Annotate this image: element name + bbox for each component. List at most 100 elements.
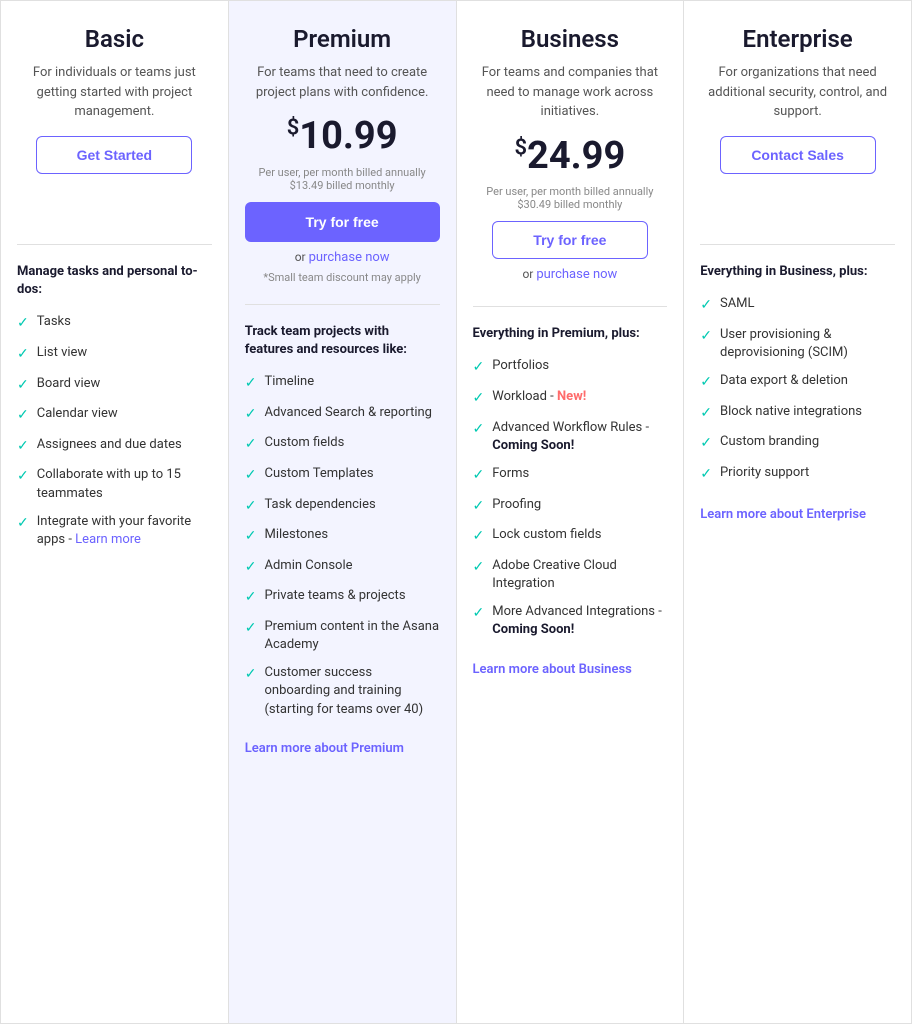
cta-button-premium[interactable]: Try for free <box>245 202 440 242</box>
check-icon: ✓ <box>473 466 485 486</box>
price-sub-business: Per user, per month billed annually <box>473 185 668 198</box>
new-badge: New! <box>557 389 586 404</box>
feature-text: Custom fields <box>264 434 344 452</box>
list-item: ✓Private teams & projects <box>245 587 440 608</box>
check-icon: ✓ <box>700 465 712 485</box>
list-item: ✓ User provisioning & deprovisioning (SCI… <box>700 326 895 362</box>
check-icon: ✓ <box>17 514 29 534</box>
list-item: ✓List view <box>17 344 212 365</box>
check-icon: ✓ <box>245 466 257 486</box>
plan-desc-business: For teams and companies that need to man… <box>473 63 668 122</box>
section-title-business: Everything in Premium, plus: <box>473 325 668 343</box>
list-item: ✓ Custom fields <box>245 434 440 455</box>
list-item: ✓ Forms <box>473 465 668 486</box>
list-item: ✓ Priority support <box>700 464 895 485</box>
learn-more-link-enterprise[interactable]: Learn more about Enterprise <box>700 507 866 522</box>
feature-text: Portfolios <box>492 357 549 375</box>
feature-text: Custom Templates <box>264 465 373 483</box>
feature-text: User provisioning & deprovisioning (SCIM… <box>720 326 895 362</box>
or-text-business: or purchase now <box>473 267 668 282</box>
list-item: ✓ Collaborate with up to 15 teammates <box>17 466 212 502</box>
check-icon: ✓ <box>700 404 712 424</box>
price-main-premium: $10.99 <box>245 116 440 158</box>
check-icon: ✓ <box>17 467 29 487</box>
section-title-enterprise: Everything in Business, plus: <box>700 263 895 281</box>
plan-col-business: Business For teams and companies that nee… <box>457 1 685 1023</box>
list-item: ✓ Proofing <box>473 496 668 517</box>
check-icon: ✓ <box>473 420 485 440</box>
feature-text: Admin Console <box>264 557 352 575</box>
plan-col-premium: PremiumFor teams that need to create pro… <box>229 1 457 1023</box>
feature-text: Adobe Creative Cloud Integration <box>492 557 667 593</box>
check-icon: ✓ <box>473 497 485 517</box>
list-item: ✓Task dependencies <box>245 496 440 517</box>
feature-list-premium: ✓Timeline✓Advanced Search & reporting✓Cu… <box>245 373 440 719</box>
check-icon: ✓ <box>700 327 712 347</box>
purchase-link-premium[interactable]: purchase now <box>309 250 390 265</box>
feature-text: Assignees and due dates <box>37 436 182 454</box>
plan-desc-enterprise: For organizations that need additional s… <box>700 63 895 122</box>
check-icon: ✓ <box>17 314 29 334</box>
check-icon: ✓ <box>245 435 257 455</box>
feature-text: List view <box>37 344 87 362</box>
feature-text: Advanced Search & reporting <box>264 404 432 422</box>
feature-text: SAML <box>720 295 755 313</box>
list-item: ✓Customer success onboarding and trainin… <box>245 664 440 719</box>
plan-body-business: Everything in Premium, plus:✓Portfolios✓… <box>473 307 668 999</box>
plan-col-basic: BasicFor individuals or teams just getti… <box>1 1 229 1023</box>
feature-text: Proofing <box>492 496 541 514</box>
list-item: ✓ Advanced Workflow Rules - Coming Soon! <box>473 419 668 455</box>
feature-text: Advanced Workflow Rules - Coming Soon! <box>492 419 667 455</box>
feature-list-enterprise: ✓ SAML ✓ User provisioning & deprovisioning… <box>700 295 895 484</box>
feature-text: Collaborate with up to 15 teammates <box>37 466 212 502</box>
learn-more-inline-link[interactable]: Learn more <box>75 532 141 547</box>
plan-col-enterprise: EnterpriseFor organizations that need ad… <box>684 1 911 1023</box>
learn-more-link-premium[interactable]: Learn more about Premium <box>245 741 404 756</box>
feature-text: Tasks <box>37 313 71 331</box>
learn-more-link-business[interactable]: Learn more about Business <box>473 662 632 677</box>
feature-text: Data export & deletion <box>720 372 848 390</box>
feature-text: Forms <box>492 465 529 483</box>
check-icon: ✓ <box>245 619 257 639</box>
feature-text: Milestones <box>264 526 328 544</box>
feature-text: Block native integrations <box>720 403 862 421</box>
feature-list-business: ✓Portfolios✓Workload - New!✓Advanced Wor… <box>473 357 668 639</box>
price-area-premium: $10.99 <box>245 116 440 158</box>
check-icon: ✓ <box>245 374 257 394</box>
check-icon: ✓ <box>245 665 257 685</box>
check-icon: ✓ <box>245 405 257 425</box>
list-item: ✓Custom branding <box>700 433 895 454</box>
plan-header-business: Business For teams and companies that nee… <box>473 25 668 307</box>
check-icon: ✓ <box>700 434 712 454</box>
purchase-link-business[interactable]: purchase now <box>536 267 617 282</box>
list-item: ✓ Portfolios <box>473 357 668 378</box>
check-icon: ✓ <box>245 558 257 578</box>
plan-desc-basic: For individuals or teams just getting st… <box>17 63 212 122</box>
plan-header-basic: BasicFor individuals or teams just getti… <box>17 25 212 245</box>
feature-text: Priority support <box>720 464 809 482</box>
list-item: ✓ Custom Templates <box>245 465 440 486</box>
cta-button-business[interactable]: Try for free <box>492 221 648 259</box>
cta-button-basic[interactable]: Get Started <box>36 136 192 174</box>
check-icon: ✓ <box>473 358 485 378</box>
section-title-basic: Manage tasks and personal to-dos: <box>17 263 212 299</box>
plan-name-premium: Premium <box>245 25 440 53</box>
feature-list-basic: ✓Tasks✓List view✓Board view✓Calendar vie… <box>17 313 212 549</box>
list-item: ✓Board view <box>17 375 212 396</box>
price-monthly-business: $30.49 billed monthly <box>473 198 668 211</box>
coming-soon-badge: Coming Soon! <box>492 622 574 637</box>
price-monthly-premium: $13.49 billed monthly <box>245 179 440 192</box>
list-item: ✓ Advanced Search & reporting <box>245 404 440 425</box>
price-area-business: $24.99 <box>473 136 668 178</box>
list-item: ✓ Block native integrations <box>700 403 895 424</box>
feature-text: More Advanced Integrations - Coming Soon… <box>492 603 667 639</box>
pricing-table: BasicFor individuals or teams just getti… <box>0 0 912 1024</box>
plan-header-enterprise: EnterpriseFor organizations that need ad… <box>700 25 895 245</box>
check-icon: ✓ <box>245 527 257 547</box>
check-icon: ✓ <box>17 406 29 426</box>
plan-name-business: Business <box>473 25 668 53</box>
coming-soon-badge: Coming Soon! <box>492 438 574 453</box>
feature-text: Lock custom fields <box>492 526 601 544</box>
cta-button-enterprise[interactable]: Contact Sales <box>720 136 876 174</box>
list-item: ✓Integrate with your favorite apps - Lea… <box>17 513 212 549</box>
